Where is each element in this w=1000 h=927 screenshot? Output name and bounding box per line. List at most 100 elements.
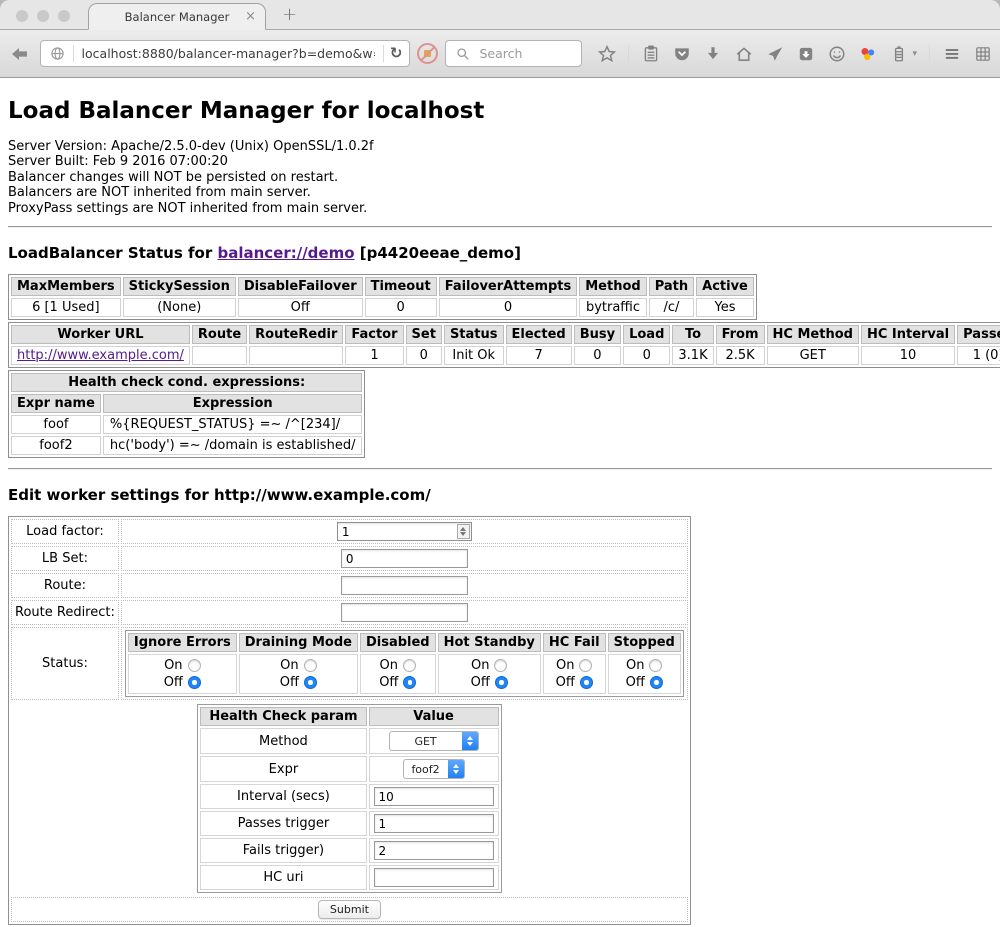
submit-button[interactable]: Submit <box>318 900 381 919</box>
table-row: 6 [1 Used] (None) Off 0 0 bytraffic /c/ … <box>11 298 754 317</box>
stopped-off-radio[interactable] <box>650 676 663 689</box>
save-page-icon[interactable] <box>796 44 815 63</box>
navigation-toolbar: ↻ <box>0 30 1000 78</box>
hc-fail-on-radio[interactable] <box>579 659 592 672</box>
divider <box>8 226 992 228</box>
lb-set-input[interactable] <box>341 549 468 568</box>
lb-set-label: LB Set: <box>11 546 119 571</box>
edit-worker-heading: Edit worker settings for http://www.exam… <box>8 486 992 504</box>
balancer-demo-link[interactable]: balancer://demo <box>217 244 354 262</box>
window-minimize-button[interactable] <box>37 10 49 22</box>
server-info: Server Version: Apache/2.5.0-dev (Unix) … <box>8 139 992 216</box>
interval-row: Interval (secs) <box>200 784 498 809</box>
page-title: Load Balancer Manager for localhost <box>8 98 992 124</box>
search-input[interactable] <box>477 45 574 62</box>
new-tab-button[interactable]: + <box>282 4 297 25</box>
bookmark-star-icon[interactable] <box>597 44 616 63</box>
expr-select[interactable]: foof2 <box>403 759 465 779</box>
health-check-expressions-table: Health check cond. expressions: Expr nam… <box>8 370 365 458</box>
server-version-line: Server Version: Apache/2.5.0-dev (Unix) … <box>8 139 992 154</box>
draining-mode-on-radio[interactable] <box>304 659 317 672</box>
back-button[interactable] <box>8 41 33 67</box>
reading-list-icon[interactable] <box>641 44 660 63</box>
disabled-on-radio[interactable] <box>403 659 416 672</box>
expr-label: Expr <box>200 756 366 782</box>
table-header-row: Expr name Expression <box>11 394 362 413</box>
search-icon <box>453 44 472 63</box>
method-row: Method GET <box>200 728 498 754</box>
route-input[interactable] <box>341 576 468 595</box>
passes-row: Passes trigger <box>200 811 498 836</box>
table-row: http://www.example.com/ 1 0 Init Ok 7 0 … <box>11 346 1000 365</box>
feedback-smiley-icon[interactable] <box>827 44 846 63</box>
health-params-row: Health Check param Value Method GET <box>11 702 688 895</box>
menu-hamburger-icon[interactable] <box>942 44 961 63</box>
server-built-line: Server Built: Feb 9 2016 07:00:20 <box>8 154 992 169</box>
home-icon[interactable] <box>734 44 753 63</box>
hc-uri-label: HC uri <box>200 865 366 890</box>
submit-row: Submit <box>11 897 688 922</box>
ignore-errors-off-radio[interactable] <box>188 676 201 689</box>
load-factor-input[interactable] <box>337 522 472 541</box>
site-identity-globe-icon[interactable] <box>48 44 67 63</box>
tiles-addon-icon[interactable] <box>973 44 992 63</box>
hc-fail-off-radio[interactable] <box>580 676 593 689</box>
route-redirect-input[interactable] <box>341 603 468 622</box>
passes-input[interactable] <box>374 814 494 833</box>
disabled-off-radio[interactable] <box>403 676 416 689</box>
chevron-down-icon[interactable]: ▾ <box>912 49 917 59</box>
tab-close-icon[interactable]: × <box>245 9 256 24</box>
interval-input[interactable] <box>374 787 494 806</box>
method-label: Method <box>200 728 366 754</box>
method-select[interactable]: GET <box>389 731 479 751</box>
hc-uri-row: HC uri <box>200 865 498 890</box>
load-factor-row: Load factor: <box>11 519 688 544</box>
fails-row: Fails trigger) <box>200 838 498 863</box>
number-stepper-icon[interactable] <box>457 524 470 539</box>
load-factor-label: Load factor: <box>11 519 119 544</box>
persist-note-line: Balancer changes will NOT be persisted o… <box>8 170 992 185</box>
send-to-device-icon[interactable] <box>765 44 784 63</box>
draining-mode-off-radio[interactable] <box>304 676 317 689</box>
table-header-row: Worker URL Route RouteRedir Factor Set S… <box>11 325 1000 344</box>
interval-label: Interval (secs) <box>200 784 366 809</box>
status-row: Status: Ignore Errors Draining Mode Disa… <box>11 627 688 700</box>
stopped-on-radio[interactable] <box>649 659 662 672</box>
hc-uri-input[interactable] <box>374 868 494 887</box>
downloads-icon[interactable] <box>703 44 722 63</box>
table-header-row: MaxMembers StickySession DisableFailover… <box>11 277 754 296</box>
route-label: Route: <box>11 573 119 598</box>
route-redirect-row: Route Redirect: <box>11 600 688 625</box>
tab-balancer-manager[interactable]: Balancer Manager × <box>88 3 266 30</box>
worker-url-link[interactable]: http://www.example.com/ <box>17 348 184 363</box>
colorful-addon-icon[interactable] <box>858 44 877 63</box>
plugin-blocked-icon[interactable] <box>417 43 438 64</box>
battery-addon-icon[interactable] <box>889 44 908 63</box>
ignore-errors-on-radio[interactable] <box>188 659 201 672</box>
edit-worker-form: Load factor: LB Set: Route: <box>8 516 691 925</box>
route-row: Route: <box>11 573 688 598</box>
table-title-row: Health check cond. expressions: <box>11 373 362 392</box>
reload-icon[interactable]: ↻ <box>390 46 403 61</box>
balancer-status-table: MaxMembers StickySession DisableFailover… <box>8 274 757 320</box>
search-bar[interactable] <box>445 40 582 67</box>
select-stepper-icon <box>448 759 464 779</box>
tab-title: Balancer Manager <box>125 10 230 24</box>
window-zoom-button[interactable] <box>58 10 70 22</box>
table-header-row: Health Check param Value <box>200 707 498 726</box>
url-bar[interactable]: ↻ <box>40 40 411 67</box>
page-content: Load Balancer Manager for localhost Serv… <box>0 78 1000 926</box>
url-input[interactable] <box>80 45 377 62</box>
lb-set-row: LB Set: <box>11 546 688 571</box>
fails-input[interactable] <box>374 841 494 860</box>
window-controls <box>16 10 70 22</box>
table-row: foof %{REQUEST_STATUS} =~ /^[234]/ <box>11 415 362 434</box>
hot-standby-off-radio[interactable] <box>495 676 508 689</box>
window-close-button[interactable] <box>16 10 28 22</box>
toolbar-icons: ▾ <box>597 44 992 63</box>
select-stepper-icon <box>462 731 478 751</box>
pocket-icon[interactable] <box>672 44 691 63</box>
divider <box>8 468 992 470</box>
hot-standby-on-radio[interactable] <box>494 659 507 672</box>
tab-bar: Balancer Manager × + <box>0 0 1000 30</box>
